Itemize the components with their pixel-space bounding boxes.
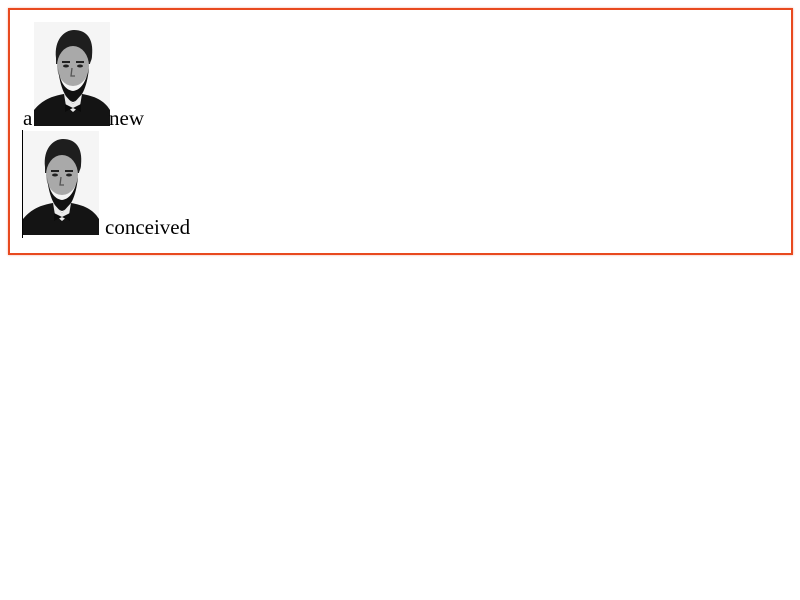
portrait-photo-icon <box>23 131 99 235</box>
portrait-photo-icon <box>34 22 110 126</box>
word-conceived: conceived <box>105 215 191 239</box>
portrait-image-selected[interactable] <box>23 131 99 235</box>
editor-frame[interactable]: a new conceived <box>8 8 793 255</box>
text-caret <box>22 130 23 238</box>
word-new: new <box>109 106 144 130</box>
portrait-image[interactable] <box>34 22 110 126</box>
word-a: a <box>23 106 33 130</box>
